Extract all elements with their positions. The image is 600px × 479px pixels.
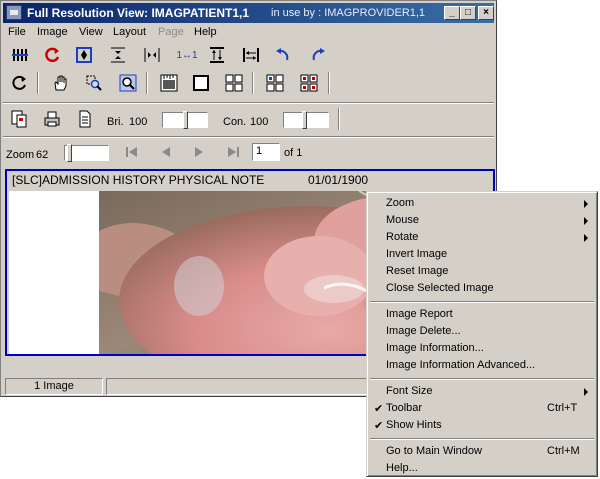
menu-layout[interactable]: Layout bbox=[113, 26, 146, 38]
print-icon[interactable] bbox=[41, 109, 63, 129]
menu-item-invert-image[interactable]: Invert Image bbox=[370, 246, 594, 263]
menu-item-go-to-main-window[interactable]: Go to Main Window Ctrl+M bbox=[370, 443, 594, 460]
image-count: 1 Image bbox=[5, 378, 103, 395]
toolbar-separator bbox=[146, 72, 148, 94]
submenu-arrow-icon bbox=[584, 217, 588, 225]
toolbar-separator bbox=[252, 72, 254, 94]
divider bbox=[3, 102, 494, 104]
menu-bar: File Image View Layout Page Help bbox=[3, 24, 494, 41]
brightness-slider-thumb[interactable] bbox=[183, 111, 188, 129]
fit-width-icon[interactable] bbox=[141, 45, 163, 65]
next-page-icon[interactable] bbox=[188, 142, 210, 162]
window-title: Full Resolution View: IMAGPATIENT1,1 bbox=[27, 6, 250, 20]
menu-item-rotate[interactable]: Rotate bbox=[370, 229, 594, 246]
menu-item-help[interactable]: Help... bbox=[370, 460, 594, 477]
submenu-arrow-icon bbox=[584, 388, 588, 396]
toolbar-separator bbox=[328, 72, 330, 94]
toolbar-separator bbox=[37, 72, 39, 94]
pan-hand-icon[interactable] bbox=[49, 73, 71, 93]
divider bbox=[3, 136, 494, 138]
previous-page-icon[interactable] bbox=[155, 142, 177, 162]
blank-pane bbox=[9, 191, 99, 354]
contrast-label: Con. bbox=[223, 116, 247, 128]
rotate-right-icon[interactable] bbox=[308, 45, 330, 65]
menu-item-image-delete[interactable]: Image Delete... bbox=[370, 323, 594, 340]
contrast-slider[interactable] bbox=[283, 111, 329, 129]
page-number-input[interactable]: 1 bbox=[252, 143, 280, 161]
menu-item-close-selected-image[interactable]: Close Selected Image bbox=[370, 280, 594, 297]
refresh-red-icon[interactable] bbox=[41, 45, 63, 65]
context-menu: Zoom Mouse Rotate Invert Image Reset Ima… bbox=[366, 191, 598, 477]
checkmark-icon: ✔ bbox=[374, 420, 384, 432]
zoom-value: 62 bbox=[36, 149, 49, 161]
menu-item-reset-image[interactable]: Reset Image bbox=[370, 263, 594, 280]
maximize-button[interactable]: □ bbox=[460, 6, 476, 20]
menu-separator bbox=[370, 301, 594, 303]
menu-item-show-hints[interactable]: ✔ Show Hints bbox=[370, 417, 594, 434]
menu-separator bbox=[370, 438, 594, 440]
menu-item-mouse[interactable]: Mouse bbox=[370, 212, 594, 229]
menu-view[interactable]: View bbox=[79, 26, 103, 38]
submenu-arrow-icon bbox=[584, 200, 588, 208]
image-ruler-icon[interactable] bbox=[158, 73, 180, 93]
menu-item-image-information-advanced[interactable]: Image Information Advanced... bbox=[370, 357, 594, 374]
image-caption: [SLC]ADMISSION HISTORY PHYSICAL NOTE bbox=[12, 173, 265, 187]
actual-size-icon[interactable]: 1↔1 bbox=[174, 45, 200, 65]
last-page-icon[interactable] bbox=[222, 142, 244, 162]
minimize-button[interactable]: _ bbox=[444, 6, 460, 20]
report-icon[interactable] bbox=[74, 109, 96, 129]
shortcut-label: Ctrl+T bbox=[547, 402, 578, 414]
select-all-icon[interactable] bbox=[264, 73, 286, 93]
grid-layout-icon[interactable] bbox=[223, 73, 245, 93]
menu-image[interactable]: Image bbox=[37, 26, 68, 38]
reset-icon[interactable] bbox=[8, 73, 30, 93]
menu-item-image-information[interactable]: Image Information... bbox=[370, 340, 594, 357]
toolbar-separator bbox=[338, 108, 340, 130]
brightness-label: Bri. bbox=[107, 116, 124, 128]
contrast-value: 100 bbox=[250, 116, 269, 128]
menu-item-image-report[interactable]: Image Report bbox=[370, 306, 594, 323]
first-page-icon[interactable] bbox=[121, 142, 143, 162]
zoom-rect-icon[interactable] bbox=[83, 73, 105, 93]
close-button[interactable]: × bbox=[478, 6, 494, 20]
menu-page[interactable]: Page bbox=[158, 26, 184, 38]
checkmark-icon: ✔ bbox=[374, 403, 384, 415]
menu-item-zoom[interactable]: Zoom bbox=[370, 195, 594, 212]
menu-item-toolbar[interactable]: ✔ Toolbar Ctrl+T bbox=[370, 400, 594, 417]
flip-horizontal-icon[interactable] bbox=[240, 45, 262, 65]
window-level-icon[interactable] bbox=[9, 45, 31, 65]
image-date: 01/01/1900 bbox=[308, 173, 369, 187]
brightness-slider[interactable] bbox=[162, 111, 208, 129]
fit-to-window-icon[interactable] bbox=[73, 45, 95, 65]
single-layout-icon[interactable] bbox=[190, 73, 212, 93]
menu-separator bbox=[370, 378, 594, 380]
toolbar-row-3 bbox=[3, 105, 494, 133]
fit-height-icon[interactable] bbox=[107, 45, 129, 65]
zoom-slider[interactable] bbox=[64, 144, 109, 162]
flip-vertical-icon[interactable] bbox=[206, 45, 228, 65]
menu-help[interactable]: Help bbox=[194, 26, 217, 38]
contrast-slider-thumb[interactable] bbox=[302, 111, 307, 129]
submenu-arrow-icon bbox=[584, 234, 588, 242]
title-bar[interactable]: Full Resolution View: IMAGPATIENT1,1 in … bbox=[3, 3, 494, 23]
menu-file[interactable]: File bbox=[8, 26, 26, 38]
zoom-label: Zoom bbox=[6, 149, 35, 161]
magnifier-icon[interactable] bbox=[117, 73, 139, 93]
app-icon bbox=[6, 5, 22, 20]
brightness-value: 100 bbox=[129, 116, 148, 128]
toolbar-row-2 bbox=[3, 69, 494, 97]
zoom-slider-thumb[interactable] bbox=[67, 144, 72, 162]
shortcut-label: Ctrl+M bbox=[547, 445, 580, 457]
copy-icon[interactable] bbox=[8, 109, 30, 129]
menu-item-font-size[interactable]: Font Size bbox=[370, 383, 594, 400]
close-images-icon[interactable] bbox=[298, 73, 320, 93]
page-of-label: of 1 bbox=[284, 147, 303, 159]
in-use-text: in use by : IMAGPROVIDER1,1 bbox=[271, 7, 426, 19]
rotate-left-icon[interactable] bbox=[271, 45, 293, 65]
toolbar-row-1: 1↔1 bbox=[3, 41, 494, 69]
